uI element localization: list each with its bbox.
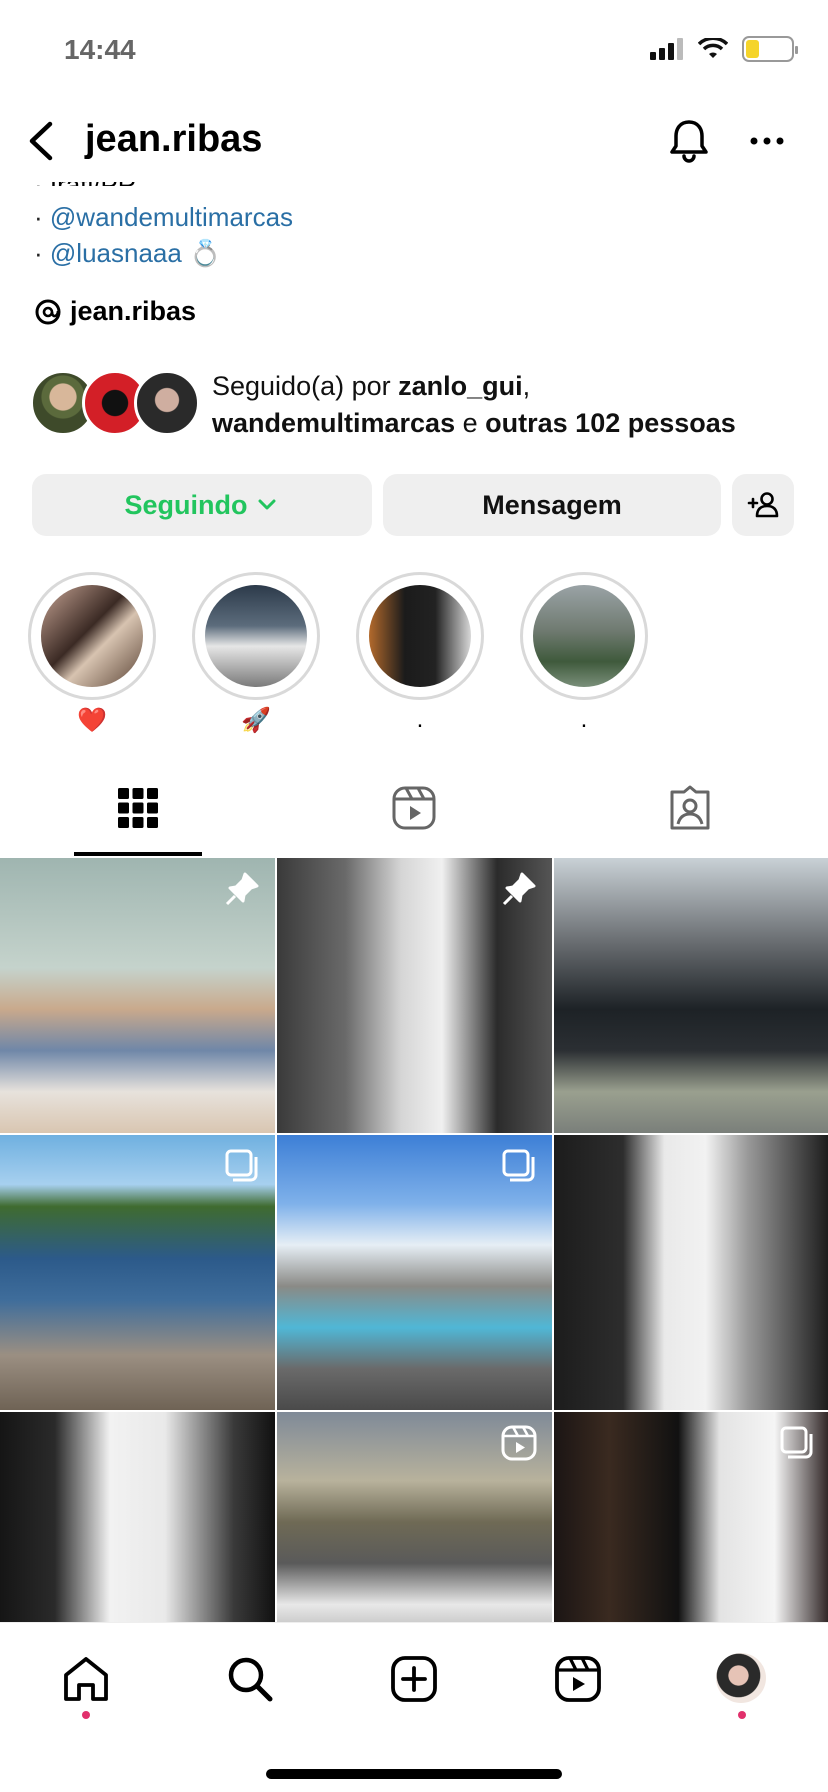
profile-tabs <box>0 770 828 858</box>
bio-line: · @luasnaaa 💍 <box>34 238 221 269</box>
active-tab-indicator <box>74 852 202 856</box>
carousel-icon <box>502 1149 535 1182</box>
posts-grid <box>0 858 828 1687</box>
followed-user: wandemultimarcas <box>212 408 456 438</box>
followed-connector: e <box>462 408 478 438</box>
followed-by-text: Seguido(a) por zanlo_gui, wandemultimarc… <box>212 371 736 438</box>
followed-by[interactable]: Seguido(a) por zanlo_gui, wandemultimarc… <box>30 368 810 438</box>
bio-line: · @wandemultimarcas <box>34 202 293 233</box>
bio-bullet: · <box>34 238 43 268</box>
highlight-cover <box>533 585 635 687</box>
threads-icon <box>35 299 61 324</box>
more-icon[interactable] <box>742 116 792 166</box>
message-label: Mensagem <box>482 489 622 520</box>
highlight-cover <box>369 585 471 687</box>
suggest-people-button[interactable] <box>732 474 794 536</box>
pin-icon <box>225 872 259 906</box>
message-button[interactable]: Mensagem <box>383 474 721 536</box>
battery-icon <box>742 36 798 62</box>
highlight-label: . <box>580 706 588 733</box>
home-icon[interactable] <box>60 1653 112 1705</box>
reels-icon <box>501 1425 537 1461</box>
bio-emoji: 💍 <box>189 238 222 268</box>
profile-username: jean.ribas <box>85 118 263 160</box>
following-label: Seguindo <box>124 489 248 520</box>
post-thumbnail[interactable] <box>277 1135 552 1410</box>
threads-link[interactable]: jean.ribas <box>34 296 196 327</box>
post-thumbnail[interactable] <box>0 858 275 1133</box>
followed-others: outras 102 pessoas <box>485 408 736 438</box>
status-bar: 14:44 <box>0 0 828 100</box>
home-indicator <box>266 1769 562 1779</box>
mutual-avatars <box>30 370 200 436</box>
post-thumbnail[interactable] <box>554 858 828 1133</box>
post-thumbnail[interactable] <box>0 1135 275 1410</box>
highlight-label: . <box>416 706 424 733</box>
highlight-cover <box>41 585 143 687</box>
highlight[interactable]: ❤️ <box>28 572 156 736</box>
reels-icon[interactable] <box>390 784 438 832</box>
highlight-label: ❤️ <box>77 707 107 734</box>
bottom-nav <box>0 1622 828 1792</box>
threads-handle: jean.ribas <box>70 296 197 326</box>
create-icon[interactable] <box>388 1653 440 1705</box>
post-thumbnail[interactable] <box>554 1135 828 1410</box>
back-icon[interactable] <box>22 118 62 164</box>
wifi-icon <box>698 38 728 58</box>
profile-header: jean.ribas <box>0 100 828 182</box>
notification-dot <box>738 1711 746 1719</box>
grid-icon[interactable] <box>114 784 162 832</box>
bio-bullet: · <box>34 202 43 232</box>
highlight[interactable]: . <box>520 572 648 736</box>
carousel-icon <box>780 1426 813 1459</box>
highlight-label: 🚀 <box>241 707 271 734</box>
signal-icon <box>650 38 683 60</box>
followed-prefix: Seguido(a) por <box>212 371 391 401</box>
status-time: 14:44 <box>64 34 136 65</box>
bio-mention-link[interactable]: @luasnaaa <box>50 238 182 268</box>
add-person-icon <box>747 492 779 518</box>
notification-dot <box>82 1711 90 1719</box>
post-thumbnail[interactable] <box>277 858 552 1133</box>
highlight[interactable]: 🚀 <box>192 572 320 736</box>
highlight-cover <box>205 585 307 687</box>
chevron-down-icon <box>258 499 275 510</box>
carousel-icon <box>225 1149 258 1182</box>
highlight[interactable]: . <box>356 572 484 736</box>
pin-icon <box>502 872 536 906</box>
reels-icon[interactable] <box>552 1653 604 1705</box>
avatar <box>134 370 200 436</box>
bell-icon[interactable] <box>664 116 714 166</box>
followed-user: zanlo_gui <box>398 371 523 401</box>
bio-mention-link[interactable]: @wandemultimarcas <box>50 202 293 232</box>
search-icon[interactable] <box>224 1653 276 1705</box>
tagged-icon[interactable] <box>666 784 714 832</box>
following-button[interactable]: Seguindo <box>32 474 372 536</box>
status-icons <box>650 36 798 62</box>
profile-avatar[interactable] <box>716 1653 766 1703</box>
